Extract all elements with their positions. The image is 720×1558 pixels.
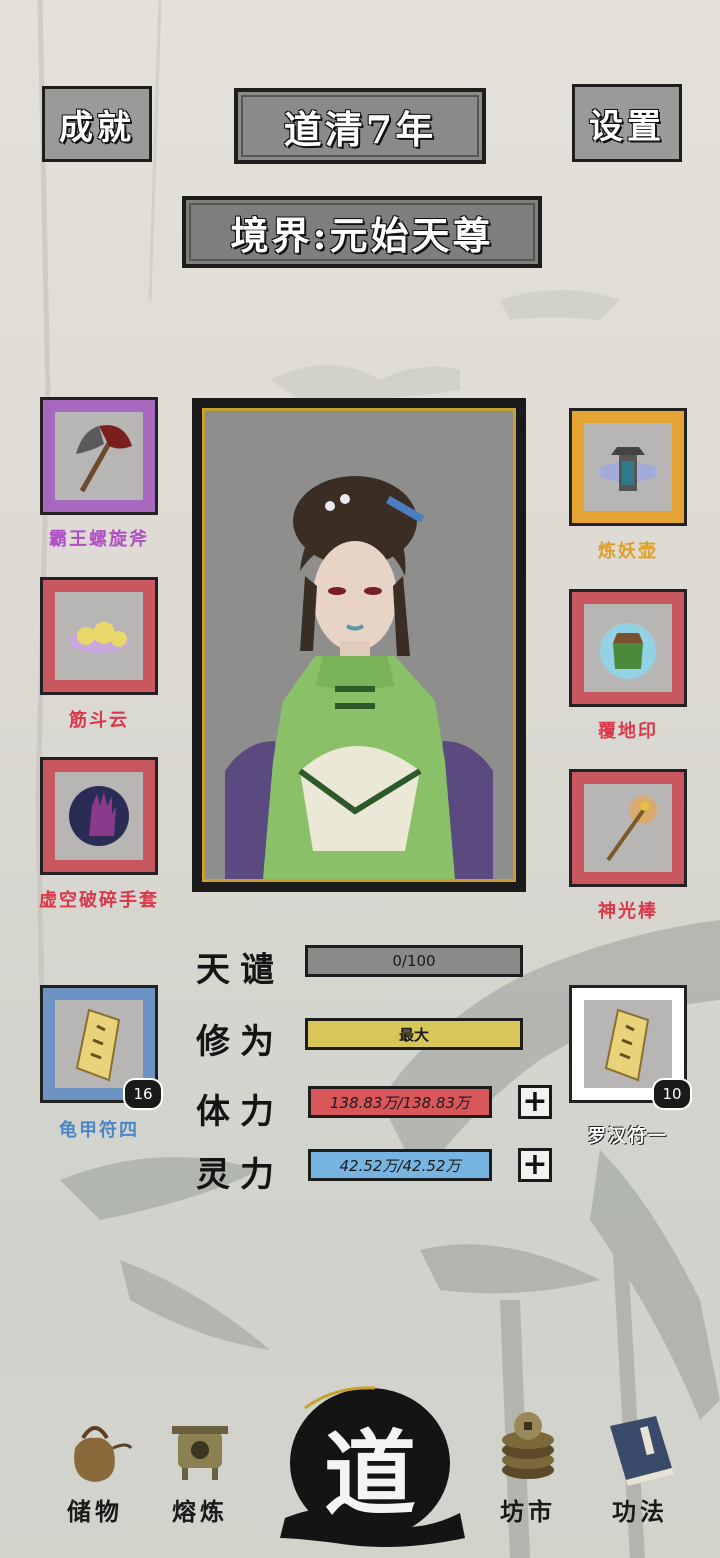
equip-name-right-2: 覆地印 — [598, 721, 658, 742]
nav-storage[interactable]: 储物 — [45, 1408, 145, 1527]
achievements-label: 成就 — [59, 107, 135, 148]
equip-slot-right-1[interactable] — [569, 408, 687, 526]
pagoda-icon — [598, 447, 658, 491]
talisman-icon — [75, 1008, 121, 1082]
nav-storage-label: 储物 — [67, 1497, 123, 1526]
book-icon — [610, 1416, 674, 1486]
equip-name-right-3: 神光棒 — [598, 901, 658, 922]
nav-market[interactable]: 坊市 — [478, 1408, 578, 1527]
equip-slot-right-3[interactable] — [569, 769, 687, 887]
talisman-count-left: 16 — [123, 1078, 163, 1110]
equip-slot-left-1[interactable] — [40, 397, 158, 515]
cloud-icon — [69, 622, 129, 653]
stamina-label: 体力 — [196, 1092, 284, 1132]
equip-slot-left-3[interactable] — [40, 757, 158, 875]
equip-name-right-1: 炼妖壶 — [598, 541, 658, 562]
nav-dao[interactable]: 道 — [275, 1378, 465, 1548]
nav-market-label: 坊市 — [500, 1497, 556, 1526]
nav-dao-label: 道 — [323, 1420, 416, 1528]
talisman-slot-left[interactable]: 16 — [40, 985, 163, 1110]
year-label: 道清7年 — [283, 106, 437, 152]
talisman-name-right: 罗汉符一 — [588, 1126, 668, 1147]
nav-smelting[interactable]: 熔炼 — [150, 1408, 250, 1527]
talisman-slot-right[interactable]: 10 — [569, 985, 692, 1110]
nav-techniques-label: 功法 — [612, 1497, 668, 1526]
settings-label: 设置 — [589, 106, 665, 147]
spirit-bar: 42.52万/42.52万 — [308, 1149, 492, 1181]
glove-icon — [69, 786, 129, 846]
coins-icon — [502, 1412, 554, 1479]
stamina-bar: 138.83万/138.83万 — [308, 1086, 492, 1118]
cultivation-label: 修为 — [196, 1022, 284, 1062]
talisman-icon — [604, 1008, 650, 1082]
talisman-count-right: 10 — [652, 1078, 692, 1110]
year-plaque: 道清7年 — [234, 88, 486, 164]
settings-button[interactable]: 设置 — [572, 84, 682, 162]
nav-techniques[interactable]: 功法 — [590, 1408, 690, 1527]
spirit-plus-button[interactable]: + — [518, 1148, 552, 1182]
cultivation-bar: 最大 — [305, 1018, 523, 1050]
equip-name-left-2: 筋斗云 — [69, 710, 129, 731]
equip-slot-right-2[interactable] — [569, 589, 687, 707]
spirit-value: 42.52万/42.52万 — [339, 1156, 461, 1175]
achievements-button[interactable]: 成就 — [42, 86, 152, 162]
character-portrait — [225, 476, 493, 879]
stamina-plus-button[interactable]: + — [518, 1085, 552, 1119]
character-portrait-frame[interactable] — [192, 398, 526, 892]
equip-slot-left-2[interactable] — [40, 577, 158, 695]
spirit-label: 灵力 — [196, 1155, 284, 1195]
realm-plaque: 境界:元始天尊 — [182, 196, 542, 268]
equip-name-left-1: 霸王螺旋斧 — [49, 529, 149, 550]
tribulation-bar: 0/100 — [305, 945, 523, 977]
tribulation-value: 0/100 — [392, 952, 436, 970]
stamina-value: 138.83万/138.83万 — [329, 1093, 471, 1112]
realm-label: 境界:元始天尊 — [230, 212, 494, 258]
cultivation-value: 最大 — [398, 1025, 429, 1044]
talisman-name-left: 龟甲符四 — [59, 1120, 139, 1141]
tribulation-label: 天谴 — [196, 950, 284, 990]
nav-smelting-label: 熔炼 — [172, 1497, 228, 1526]
axe-icon — [76, 425, 132, 493]
seal-icon — [600, 623, 656, 679]
pouch-icon — [74, 1426, 133, 1482]
cauldron-icon — [172, 1426, 228, 1480]
equip-name-left-3: 虚空破碎手套 — [39, 890, 159, 911]
staff-icon — [606, 796, 657, 862]
